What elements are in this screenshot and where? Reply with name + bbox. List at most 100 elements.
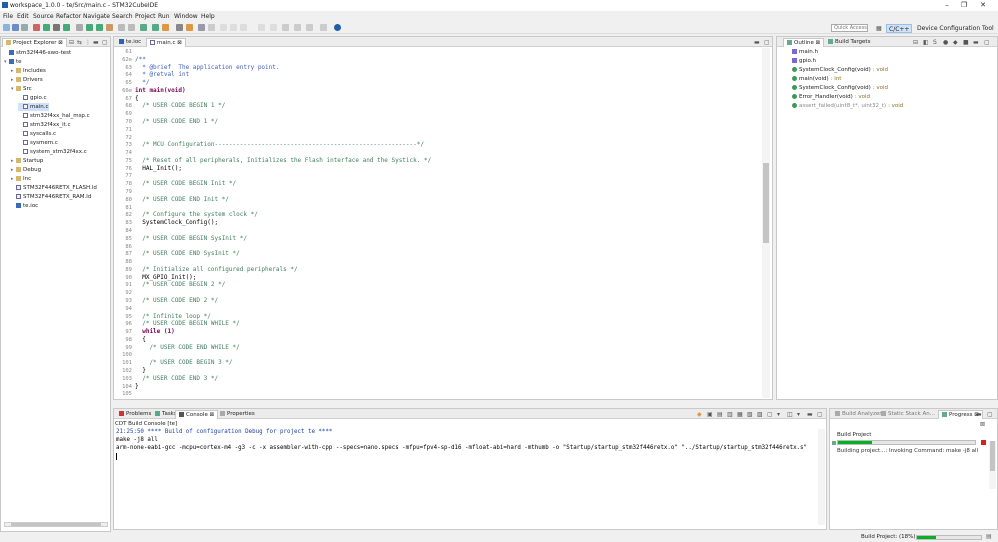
status-progress-bar[interactable]: [916, 535, 982, 540]
word-wrap-icon[interactable]: ▦: [737, 411, 743, 418]
tree-item-startup[interactable]: ▸ Startup: [11, 157, 43, 165]
maximize-view-icon[interactable]: ▢: [984, 39, 990, 46]
tool-icon[interactable]: [220, 24, 227, 31]
tab-problems[interactable]: Problems: [116, 410, 154, 419]
cancel-job-icon[interactable]: [981, 440, 986, 445]
perspective-cc-button[interactable]: C/C++: [886, 24, 913, 33]
build-icon[interactable]: [33, 24, 40, 31]
new-icon[interactable]: [3, 24, 10, 31]
run-config-icon[interactable]: [96, 24, 103, 31]
open-console-dropdown-icon[interactable]: ◫: [787, 411, 793, 418]
hide-static-icon[interactable]: S: [933, 39, 937, 46]
hide-fields-icon[interactable]: ◧: [923, 39, 929, 46]
tree-item-stm32f446retx-flash-ld[interactable]: STM32F446RETX_FLASH.ld: [11, 184, 97, 192]
tree-item-te-ioc[interactable]: te.ioc: [11, 202, 38, 210]
maximize-view-icon[interactable]: ▢: [987, 411, 993, 418]
view-menu-icon[interactable]: ■: [963, 39, 969, 46]
minimize-icon[interactable]: –: [940, 1, 954, 10]
menu-window[interactable]: Window: [174, 13, 198, 20]
tab-main-c[interactable]: main.c ⊠: [146, 38, 186, 47]
tool-icon[interactable]: [230, 24, 237, 31]
open-progress-icon[interactable]: ▤: [986, 533, 992, 540]
menu-navigate[interactable]: Navigate: [83, 13, 110, 20]
tab-console[interactable]: Console ⊠: [175, 410, 219, 419]
outline-item[interactable]: Error_Handler(void): void: [792, 93, 870, 101]
menu-refactor[interactable]: Refactor: [56, 13, 81, 20]
tool-icon[interactable]: [162, 24, 169, 31]
tab-properties[interactable]: Properties: [217, 410, 258, 419]
scroll-lock-icon[interactable]: ▥: [727, 411, 733, 418]
outline-item[interactable]: main(void): int: [792, 75, 841, 83]
explorer-scroll-thumb[interactable]: [11, 523, 101, 526]
minimize-view-icon[interactable]: ▬: [93, 39, 99, 46]
save-icon[interactable]: [12, 24, 19, 31]
tree-item-gpio-c[interactable]: gpio.c: [18, 94, 47, 102]
explorer-hscrollbar[interactable]: [4, 522, 108, 527]
tree-item-te[interactable]: ▾ te: [4, 58, 22, 66]
tool-icon[interactable]: [128, 24, 135, 31]
maximize-icon[interactable]: ❐: [957, 1, 971, 10]
maximize-view-icon[interactable]: ▢: [764, 39, 770, 46]
tool-icon[interactable]: [140, 24, 147, 31]
close-icon[interactable]: ✕: [976, 1, 990, 10]
debug-icon[interactable]: [43, 24, 50, 31]
search-icon[interactable]: [176, 24, 183, 31]
minimize-view-icon[interactable]: ▬: [754, 39, 760, 46]
tree-item-debug[interactable]: ▸ Debug: [11, 166, 41, 174]
remove-finished-icon[interactable]: ⊠: [980, 421, 985, 428]
code-area[interactable]: 61 62⊖/** 63 * @brief The application entr…: [114, 48, 760, 400]
minimize-view-icon[interactable]: ▬: [807, 411, 813, 418]
tab-static-stack[interactable]: Static Stack An...: [878, 410, 938, 419]
hide-nonpublic-icon[interactable]: ●: [943, 39, 948, 46]
menu-file[interactable]: File: [3, 13, 13, 20]
editor-vscrollbar[interactable]: [762, 48, 770, 398]
back-icon[interactable]: [282, 24, 289, 31]
outline-item[interactable]: assert_failed(uint8_t*, uint32_t): void: [792, 102, 903, 110]
outline-item[interactable]: main.h: [792, 48, 820, 56]
open-perspective-icon[interactable]: ▦: [874, 24, 886, 33]
terminate-icon[interactable]: ◆: [697, 411, 702, 418]
clear-console-icon[interactable]: ▤: [717, 411, 723, 418]
forward-icon[interactable]: [294, 24, 301, 31]
tool-icon[interactable]: [186, 24, 193, 31]
maximize-view-icon[interactable]: ▢: [102, 39, 108, 46]
menu-help[interactable]: Help: [201, 13, 215, 20]
coverage-icon[interactable]: [106, 24, 113, 31]
tree-item-stm32f4xx-hal-msp-c[interactable]: stm32f4xx_hal_msp.c: [18, 112, 90, 120]
run-icon[interactable]: [63, 24, 70, 31]
perspective-dct-button[interactable]: Device Configuration Tool: [915, 24, 996, 33]
view-menu-icon[interactable]: ⋮: [85, 39, 91, 46]
save-all-icon[interactable]: [21, 24, 28, 31]
tree-item-system-stm32f4xx-c[interactable]: system_stm32f4xx.c: [18, 148, 87, 156]
menu-edit[interactable]: Edit: [17, 13, 29, 20]
editor-scroll-thumb[interactable]: [763, 163, 769, 243]
tree-item-src[interactable]: ▾ Src: [11, 85, 32, 93]
pin-console-icon[interactable]: ▧: [747, 411, 753, 418]
view-menu-icon[interactable]: ▾: [797, 411, 800, 418]
maximize-view-icon[interactable]: ▢: [817, 411, 823, 418]
progress-vscrollbar[interactable]: [989, 441, 996, 489]
tree-item-includes[interactable]: ▸ Includes: [11, 67, 46, 75]
minimize-view-icon[interactable]: ▬: [973, 39, 979, 46]
tree-item-drivers[interactable]: ▸ Drivers: [11, 76, 43, 84]
tool-icon[interactable]: [270, 24, 277, 31]
quick-access-input[interactable]: Quick Access: [831, 24, 868, 32]
tab-te-ioc[interactable]: te.ioc: [116, 38, 144, 47]
display-console-icon[interactable]: ▨: [757, 411, 763, 418]
collapse-all-icon[interactable]: ⊟: [69, 39, 74, 46]
menu-project[interactable]: Project: [135, 13, 156, 20]
tab-build-targets[interactable]: Build Targets: [825, 38, 873, 47]
tree-item-stm32f4xx-it-c[interactable]: stm32f4xx_it.c: [18, 121, 71, 129]
outline-item[interactable]: SystemClock_Config(void): void: [792, 66, 888, 74]
tool-icon[interactable]: [258, 24, 265, 31]
external-tools-icon[interactable]: [76, 24, 83, 31]
tab-build-analyzer[interactable]: Build Analyzer: [832, 410, 885, 419]
tree-item-sysmem-c[interactable]: sysmem.c: [18, 139, 58, 147]
minimize-view-icon[interactable]: ▬: [976, 411, 982, 418]
outline-item[interactable]: gpio.h: [792, 57, 818, 65]
debug-config-icon[interactable]: [86, 24, 93, 31]
tab-project-explorer[interactable]: Project Explorer ⊠: [2, 38, 67, 47]
tool-icon[interactable]: [320, 24, 327, 31]
link-editor-icon[interactable]: ◆: [953, 39, 958, 46]
progress-scroll-thumb[interactable]: [990, 441, 995, 471]
